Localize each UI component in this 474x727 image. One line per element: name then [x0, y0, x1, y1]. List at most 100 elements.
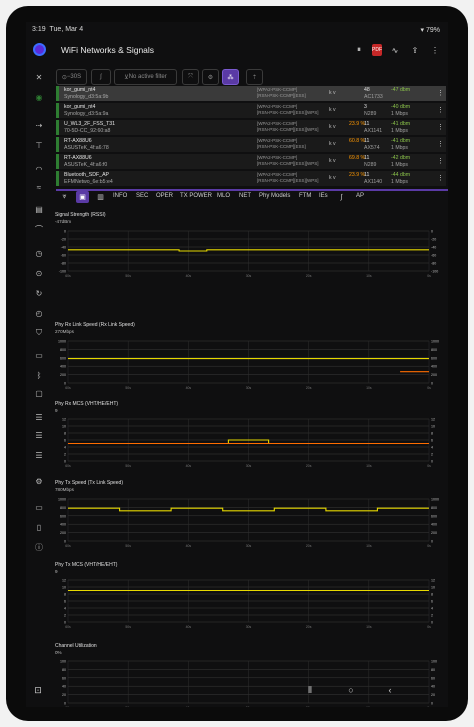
- network-kv: k v: [329, 175, 336, 181]
- network-bssid: 70-5D-CC_92:60:a8: [64, 128, 111, 134]
- collapse-icon[interactable]: ⩔: [58, 191, 71, 203]
- chart-title: Phy Tx Speed (Tx Link Speed): [55, 480, 123, 486]
- scan-off-icon[interactable]: ✕: [32, 70, 46, 84]
- network-band: N289: [364, 111, 377, 117]
- network-row[interactable]: kor_gumi_nt4 Synology_d3:5a:9b [WPA2-PSK-C…: [56, 86, 446, 101]
- timer-window-button[interactable]: ⊙ −30S: [56, 69, 87, 85]
- pause-icon[interactable]: ⏸: [352, 43, 366, 57]
- recent-apps-button[interactable]: ⦀: [302, 682, 318, 698]
- network-row[interactable]: kor_gumi_nt4 Synology_d3:5a:9a [WPA2-PSK-C…: [56, 103, 446, 118]
- more-options-icon[interactable]: ⋮: [428, 43, 442, 57]
- tab-ftm[interactable]: FTM: [299, 193, 311, 199]
- network-tree-button[interactable]: ⁂: [222, 69, 239, 85]
- android-icon[interactable]: ◉: [32, 90, 46, 104]
- tab-net[interactable]: NET: [239, 193, 251, 199]
- chart-plot: 1000 1000800 800600 600400 400200 2000 060s 50s…: [58, 340, 439, 391]
- y-tick-label: 12: [62, 579, 66, 583]
- wifi-icon[interactable]: ◠: [32, 162, 46, 176]
- network-ssid: RT-AX88U6: [64, 155, 92, 161]
- network-options-icon[interactable]: ⋮: [437, 123, 444, 131]
- pdf-export-icon[interactable]: PDF: [372, 44, 382, 56]
- back-button[interactable]: ‹: [382, 682, 398, 698]
- y-tick-label: 600: [60, 514, 66, 518]
- curve-tab-icon[interactable]: ∫: [335, 191, 348, 203]
- filter-toolbar: ⊙ −30S ∫ ⊻ No active filter ⤧ ⚙ ⁂ ⇡: [56, 66, 448, 88]
- route-icon[interactable]: ⇢: [32, 118, 46, 132]
- y-tick-label: 6: [64, 439, 66, 443]
- network-options-icon[interactable]: ⋮: [437, 174, 444, 182]
- upload-button[interactable]: ⇡: [246, 69, 263, 85]
- y-tick-label: 0: [64, 230, 66, 234]
- network-channel: 11: [364, 138, 370, 144]
- network-row[interactable]: Bluetooth_SDF_AP EFMNetwo_6e:b5:e4 [WPA2-P…: [56, 171, 446, 186]
- network-row[interactable]: RT-AX88U6 ASUSTeK_4f:a6:f0 [WPA2-PSK-CCMP]…: [56, 154, 446, 169]
- chart-title: Phy Tx MCS (VHT/HE/EHT): [55, 562, 118, 568]
- tab-info[interactable]: INFO: [113, 193, 127, 199]
- channel-icon[interactable]: ⊤: [32, 138, 46, 152]
- tab-tx-power[interactable]: TX POWER: [180, 193, 212, 199]
- network-signal: -40 dbm: [391, 104, 411, 110]
- network-options-icon[interactable]: ⋮: [437, 106, 444, 114]
- x-tick-label: 60s: [65, 386, 71, 390]
- filter-button[interactable]: ⊻ No active filter: [114, 69, 177, 85]
- y-tick-label: 60: [62, 676, 66, 680]
- no-graph-button[interactable]: ⤧: [182, 69, 199, 85]
- x-tick-label: 10s: [366, 274, 372, 278]
- timer-window-label: −30S: [66, 74, 82, 80]
- x-tick-label: 0s: [427, 625, 431, 629]
- y-tick-label: 600: [431, 514, 437, 518]
- y-tick-label: -20: [431, 238, 436, 242]
- network-security: [WPA2-PSK-CCMP] [RSN-PSK-CCMP][ESS][WPS]: [257, 172, 319, 183]
- tab-sec[interactable]: SEC: [136, 193, 148, 199]
- tab-mlo[interactable]: MLO: [217, 193, 230, 199]
- x-tick-label: 50s: [125, 706, 131, 707]
- network-row[interactable]: RT-AX88U6 ASUSTeK_4f:a6:78 [WPA2-PSK-CCMP]…: [56, 137, 446, 152]
- y-tick-label: 4: [431, 446, 433, 450]
- y-tick-label: 800: [431, 506, 437, 510]
- y-tick-label: -40: [61, 246, 66, 250]
- tab-ies[interactable]: IEs: [319, 193, 328, 199]
- y-tick-label: 10: [62, 586, 66, 590]
- network-options-icon[interactable]: ⋮: [437, 140, 444, 148]
- y-tick-label: 800: [60, 506, 66, 510]
- app-logo-icon[interactable]: [33, 43, 46, 56]
- y-tick-label: 400: [60, 523, 66, 527]
- y-tick-label: 1000: [431, 340, 439, 344]
- chart-tab-icon[interactable]: ▣: [76, 191, 89, 203]
- y-tick-label: -80: [431, 262, 436, 266]
- network-kv: k v: [329, 158, 336, 164]
- y-tick-label: 0: [64, 382, 66, 386]
- x-tick-label: 10s: [366, 544, 372, 548]
- network-options-icon[interactable]: ⋮: [437, 89, 444, 97]
- x-tick-label: 40s: [186, 625, 192, 629]
- network-kv: k v: [329, 107, 336, 113]
- y-tick-label: 100: [60, 660, 66, 664]
- y-tick-label: 6: [64, 600, 66, 604]
- share-icon[interactable]: ⇪: [408, 43, 422, 57]
- curve-button[interactable]: ∫: [91, 69, 111, 85]
- y-tick-label: 800: [60, 348, 66, 352]
- x-tick-label: 30s: [246, 544, 252, 548]
- y-tick-label: -40: [431, 246, 436, 250]
- y-tick-label: 80: [62, 668, 66, 672]
- waveform-icon[interactable]: ∿: [388, 43, 402, 57]
- tab-oper[interactable]: OPER: [156, 193, 173, 199]
- chart-title: Signal Strength (RSSI): [55, 212, 106, 218]
- network-rate: 1 Mbps: [391, 179, 409, 185]
- network-row[interactable]: U_WL3_2F_FSS_T31 70-5D-CC_92:60:a8 [WPA2-P…: [56, 120, 446, 135]
- home-button[interactable]: ○: [343, 682, 359, 698]
- y-tick-label: 4: [64, 607, 66, 611]
- network-bssid: Synology_d3:5a:9b: [64, 94, 109, 100]
- x-tick-label: 10s: [366, 625, 372, 629]
- keyboard-toggle-icon[interactable]: ⊡: [30, 682, 46, 698]
- graph-icon[interactable]: ≈: [32, 180, 46, 194]
- y-tick-label: 800: [431, 348, 437, 352]
- tab-ap[interactable]: AP: [356, 193, 364, 199]
- tab-phy-models[interactable]: Phy Models: [259, 193, 290, 199]
- y-tick-label: 60: [431, 676, 435, 680]
- x-tick-label: 0s: [427, 464, 431, 468]
- bars-tab-icon[interactable]: ▥: [94, 191, 107, 203]
- chart-subtitle: -47dBm: [55, 219, 72, 224]
- settings-button[interactable]: ⚙: [202, 69, 219, 85]
- network-options-icon[interactable]: ⋮: [437, 157, 444, 165]
